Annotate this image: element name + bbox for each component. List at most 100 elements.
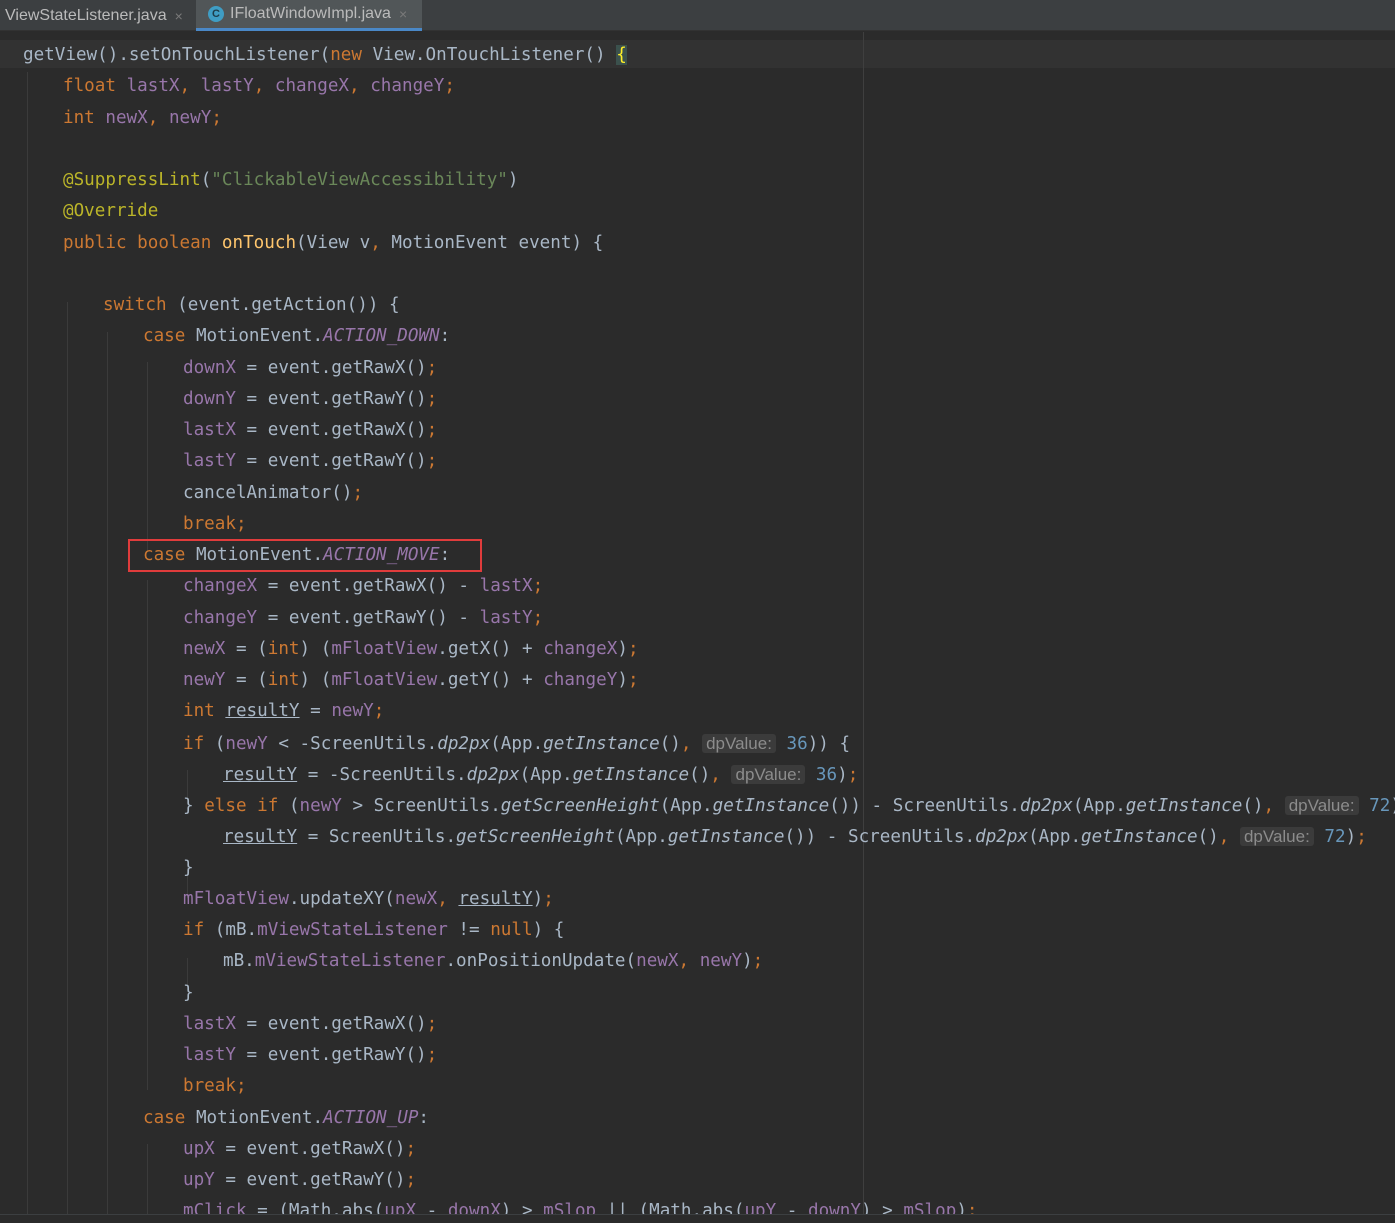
code-token: mViewStateListener bbox=[254, 951, 446, 972]
code-token: upX bbox=[183, 1138, 215, 1159]
code-line[interactable]: int newX, newY; bbox=[63, 103, 222, 134]
code-line[interactable]: upX = event.getRawX(); bbox=[183, 1134, 416, 1165]
code-token: MotionEvent event) { bbox=[391, 232, 604, 253]
code-token: , bbox=[1263, 796, 1285, 816]
code-line[interactable]: cancelAnimator(); bbox=[183, 478, 363, 509]
parameter-hint: dpValue: bbox=[1239, 827, 1314, 847]
code-line[interactable]: downY = event.getRawY(); bbox=[183, 384, 437, 415]
code-token: case bbox=[143, 1107, 196, 1128]
code-line[interactable]: case MotionEvent.ACTION_UP: bbox=[143, 1103, 429, 1134]
code-token: = ScreenUtils. bbox=[297, 827, 457, 848]
code-line[interactable]: public boolean onTouch(View v, MotionEve… bbox=[63, 228, 603, 259]
code-token: , bbox=[710, 764, 732, 785]
code-line[interactable]: lastX = event.getRawX(); bbox=[183, 415, 437, 446]
tab-view-state-listener[interactable]: ViewStateListener.java × bbox=[0, 0, 196, 31]
code-line[interactable]: switch (event.getAction()) { bbox=[103, 290, 400, 321]
code-line[interactable]: mFloatView.updateXY(newX, resultY); bbox=[183, 884, 554, 915]
code-token: ) bbox=[617, 670, 628, 690]
code-token: = -ScreenUtils. bbox=[297, 764, 467, 785]
code-token: , bbox=[370, 232, 392, 253]
code-token: resultY bbox=[225, 701, 300, 722]
code-token: , bbox=[179, 76, 201, 97]
code-token: lastY bbox=[479, 607, 533, 628]
code-line[interactable]: mB.mViewStateListener.onPositionUpdate(n… bbox=[223, 946, 763, 977]
code-token: ACTION_DOWN bbox=[323, 326, 440, 347]
code-token: (event.getAction()) { bbox=[177, 295, 400, 315]
code-token: ) { bbox=[532, 920, 565, 940]
code-token: newY bbox=[331, 701, 374, 722]
code-token: resultY bbox=[223, 764, 298, 785]
code-line[interactable]: getView().setOnTouchListener(new View.On… bbox=[23, 40, 627, 71]
code-line[interactable]: break; bbox=[183, 509, 247, 540]
code-token: mFloatView bbox=[331, 638, 438, 659]
code-token: (App. bbox=[659, 796, 713, 816]
code-token: changeX bbox=[274, 76, 350, 97]
code-token: = event.getRawY() bbox=[214, 1170, 406, 1190]
code-token: ; bbox=[352, 482, 364, 503]
code-line[interactable]: int resultY = newY; bbox=[183, 696, 384, 727]
code-token: ) bbox=[617, 638, 628, 659]
code-editor[interactable]: getView().setOnTouchListener(new View.On… bbox=[0, 32, 1395, 1222]
code-line[interactable]: resultY = -ScreenUtils.dp2px(App.getInst… bbox=[223, 759, 858, 790]
code-token: , bbox=[253, 76, 275, 97]
close-icon[interactable]: × bbox=[399, 6, 407, 22]
code-line[interactable]: resultY = ScreenUtils.getScreenHeight(Ap… bbox=[223, 821, 1367, 852]
code-token: resultY bbox=[458, 888, 533, 909]
code-token: lastX bbox=[183, 1013, 236, 1034]
code-line[interactable]: downX = event.getRawX(); bbox=[183, 353, 437, 384]
code-token: float bbox=[63, 76, 127, 97]
code-line[interactable]: @SuppressLint("ClickableViewAccessibilit… bbox=[63, 165, 518, 196]
tab-ifloat-window-impl[interactable]: C IFloatWindowImpl.java × bbox=[196, 0, 422, 31]
code-token: , bbox=[349, 76, 371, 97]
code-line[interactable]: upY = event.getRawY(); bbox=[183, 1165, 416, 1196]
parameter-hint: dpValue: bbox=[731, 764, 806, 784]
code-token: () bbox=[659, 733, 681, 754]
code-line[interactable]: } bbox=[183, 978, 194, 1009]
code-token: changeY bbox=[370, 76, 445, 97]
code-token: public boolean bbox=[63, 232, 222, 253]
close-icon[interactable]: × bbox=[175, 8, 183, 24]
code-line[interactable]: lastY = event.getRawY(); bbox=[183, 1040, 437, 1071]
code-line[interactable]: } else if (newY > ScreenUtils.getScreenH… bbox=[183, 790, 1395, 821]
code-line[interactable]: case MotionEvent.ACTION_DOWN: bbox=[143, 321, 450, 352]
code-token: = event.getRawY() bbox=[235, 388, 427, 409]
code-token: newY bbox=[299, 796, 342, 816]
code-token: 36 bbox=[805, 764, 838, 785]
code-token: 72 bbox=[1358, 796, 1391, 816]
code-line[interactable]: lastX = event.getRawX(); bbox=[183, 1009, 437, 1040]
code-token: getInstance bbox=[543, 733, 660, 754]
code-token: dp2px bbox=[1019, 796, 1073, 816]
code-token: ; bbox=[426, 420, 438, 440]
code-token: newY bbox=[699, 951, 743, 972]
code-token: break; bbox=[183, 513, 247, 534]
code-token: () bbox=[689, 764, 711, 785]
code-token: ( bbox=[288, 796, 300, 816]
code-line[interactable]: if (mB.mViewStateListener != null) { bbox=[183, 915, 564, 946]
code-line[interactable]: } bbox=[183, 853, 194, 884]
code-token: < -ScreenUtils. bbox=[267, 733, 438, 754]
code-line[interactable]: break; bbox=[183, 1071, 247, 1102]
code-token: (mB. bbox=[214, 920, 258, 940]
code-token: lastY bbox=[183, 451, 236, 472]
tab-label: ViewStateListener.java bbox=[5, 6, 167, 24]
code-token: ; bbox=[426, 388, 438, 409]
editor-tab-bar: ViewStateListener.java × C IFloatWindowI… bbox=[0, 0, 1395, 31]
code-token: , bbox=[680, 733, 703, 754]
code-token: @Override bbox=[63, 201, 159, 222]
code-line[interactable]: newY = (int) (mFloatView.getY() + change… bbox=[183, 665, 639, 696]
code-line[interactable]: if (newY < -ScreenUtils.dp2px(App.getIns… bbox=[183, 728, 850, 759]
code-line[interactable]: newX = (int) (mFloatView.getX() + change… bbox=[183, 634, 639, 665]
code-line[interactable]: @Override bbox=[63, 196, 158, 227]
code-token: changeY bbox=[183, 607, 258, 628]
code-token: lastX bbox=[479, 576, 533, 597]
java-class-icon: C bbox=[208, 6, 224, 22]
code-token: ) ( bbox=[299, 670, 332, 690]
indent-guide bbox=[27, 72, 28, 1222]
code-line[interactable]: changeY = event.getRawY() - lastY; bbox=[183, 603, 543, 634]
code-token: lastY bbox=[200, 76, 254, 97]
code-token: ()) - ScreenUtils. bbox=[784, 827, 976, 848]
code-line[interactable]: changeX = event.getRawX() - lastX; bbox=[183, 571, 543, 602]
code-token: getInstance bbox=[712, 796, 830, 816]
code-line[interactable]: lastY = event.getRawY(); bbox=[183, 446, 437, 477]
code-line[interactable]: float lastX, lastY, changeX, changeY; bbox=[63, 71, 455, 102]
